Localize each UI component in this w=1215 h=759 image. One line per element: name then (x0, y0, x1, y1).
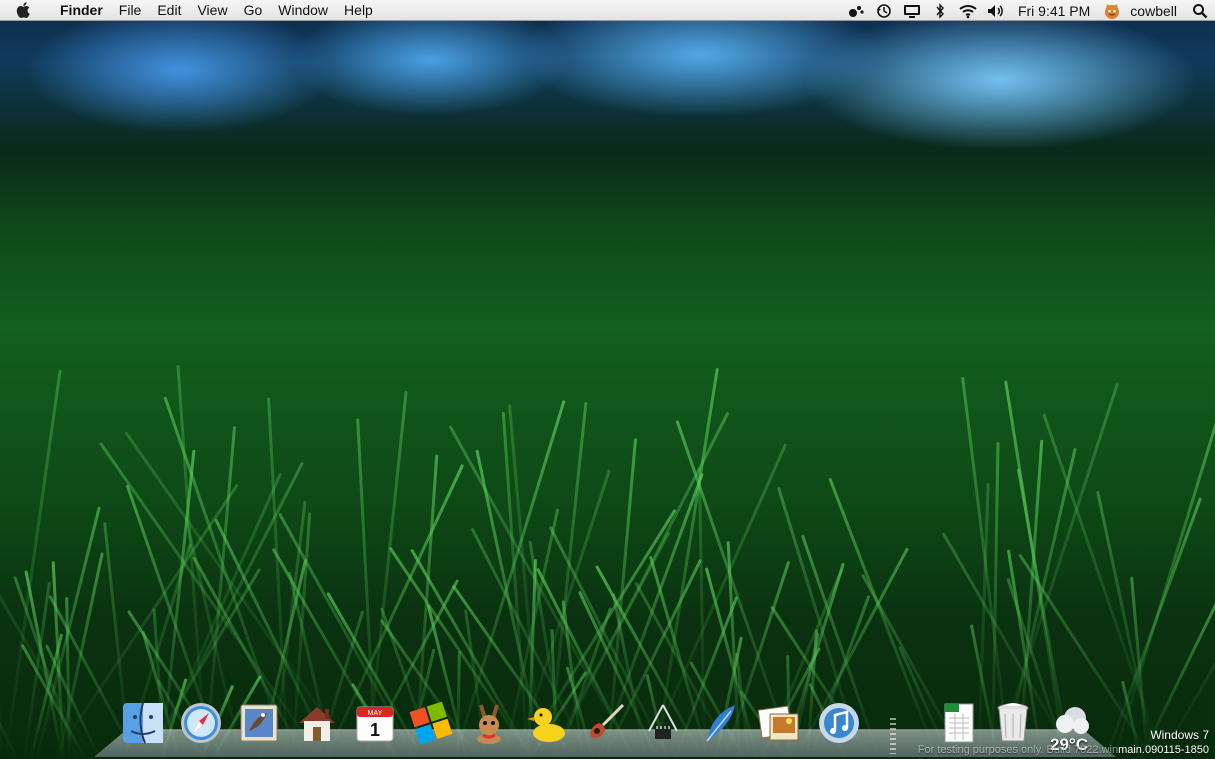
display-icon[interactable] (898, 0, 926, 21)
iphoto-icon[interactable] (756, 700, 802, 746)
volume-icon[interactable] (982, 0, 1010, 21)
wifi-icon[interactable] (954, 0, 982, 21)
user-name[interactable]: cowbell (1126, 3, 1185, 19)
apple-menu-icon[interactable] (16, 1, 38, 19)
menu-window[interactable]: Window (270, 0, 336, 21)
safari-icon[interactable] (178, 700, 224, 746)
watermark-build-note: For testing purposes only. Build 7022.wi… (917, 744, 1119, 756)
garageband-icon[interactable] (582, 700, 628, 746)
itunes-icon[interactable] (816, 700, 862, 746)
ical-icon[interactable]: MAY 1 (352, 700, 398, 746)
home-icon[interactable] (294, 700, 340, 746)
adium-icon[interactable] (466, 700, 512, 746)
quill-icon[interactable] (698, 700, 744, 746)
watermark-title: Windows 7 (1150, 728, 1209, 742)
mail-icon[interactable] (236, 700, 282, 746)
ical-day: 1 (370, 720, 380, 740)
finder-icon[interactable] (120, 700, 166, 746)
spotlight-icon[interactable] (1185, 0, 1215, 21)
menu-view[interactable]: View (189, 0, 235, 21)
bluetooth-icon[interactable] (926, 0, 954, 21)
menu-edit[interactable]: Edit (149, 0, 189, 21)
cyberduck-icon[interactable] (524, 700, 570, 746)
menu-finder[interactable]: Finder (52, 0, 111, 21)
growl-paw-icon[interactable] (842, 0, 870, 21)
ical-month: MAY (368, 710, 383, 717)
menu-bar: Finder File Edit View Go Window Help Fri… (0, 0, 1215, 21)
menu-go[interactable]: Go (236, 0, 271, 21)
watermark-build: For testing purposes only. Build 7022.wi… (918, 744, 1209, 756)
menu-file[interactable]: File (111, 0, 150, 21)
dock-separator (890, 718, 896, 754)
windows-logo-icon[interactable] (408, 700, 454, 746)
watermark-build-id: main.090115-1850 (1118, 744, 1209, 756)
trash-icon[interactable] (990, 700, 1036, 746)
menu-help[interactable]: Help (336, 0, 381, 21)
time-machine-icon[interactable] (870, 0, 898, 21)
menu-clock[interactable]: Fri 9:41 PM (1010, 3, 1098, 19)
system-profiler-icon[interactable] (640, 700, 686, 746)
user-avatar-icon[interactable] (1098, 0, 1126, 21)
documents-stack-icon[interactable] (936, 700, 982, 746)
